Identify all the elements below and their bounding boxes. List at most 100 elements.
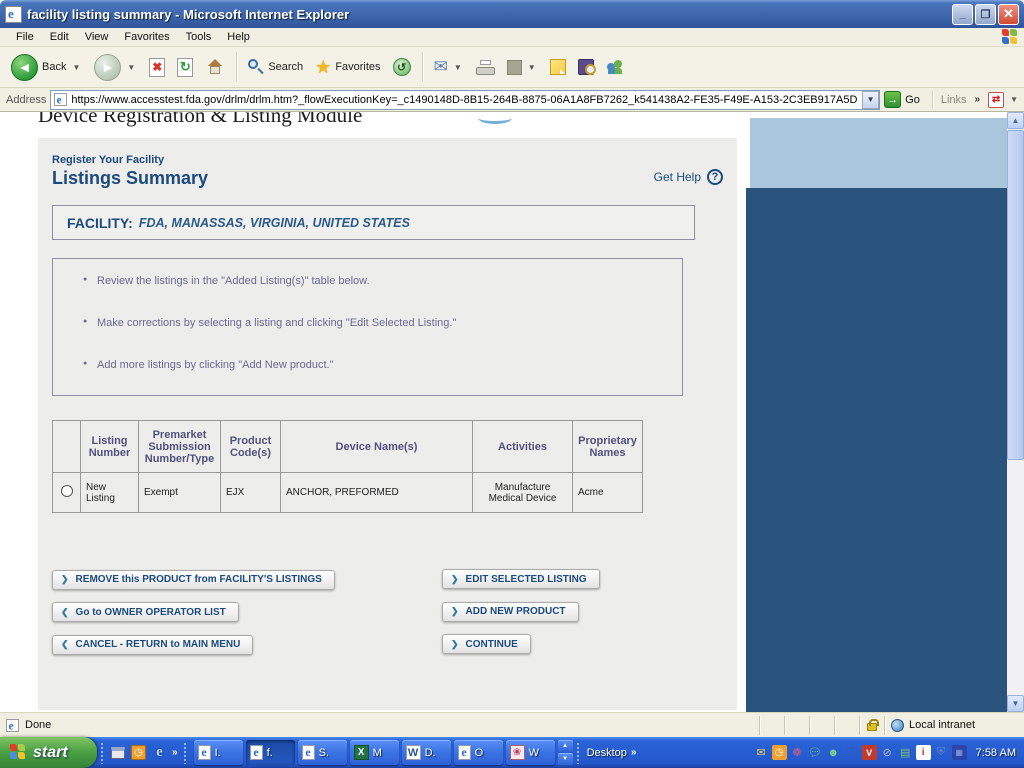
terminal-tray-icon[interactable]: ▦ (951, 745, 967, 760)
messenger-button[interactable] (601, 50, 629, 84)
menu-favorites[interactable]: Favorites (116, 29, 177, 45)
forward-button[interactable]: ► ▼ (89, 50, 142, 84)
show-desktop-icon[interactable] (109, 744, 126, 761)
scroll-up-icon[interactable]: ▲ (1007, 112, 1024, 129)
menu-file[interactable]: File (8, 29, 42, 45)
tasks-grip[interactable] (182, 741, 187, 764)
get-help-link[interactable]: Get Help ? (654, 164, 723, 189)
security-shield-tray-icon[interactable]: ⛨ (934, 745, 949, 760)
task-button-2-active[interactable]: e f. (245, 740, 295, 765)
minimize-button[interactable]: _ (952, 3, 973, 25)
windows-flag-icon (10, 744, 27, 761)
info-flag-tray-icon[interactable]: i (915, 745, 931, 760)
blocked-tray-icon[interactable]: ⊘ (880, 745, 895, 760)
menu-help[interactable]: Help (219, 29, 258, 45)
start-button[interactable]: start (0, 737, 97, 768)
discuss-button[interactable] (545, 50, 571, 84)
module-title: Device Registration & Listing Module (38, 112, 363, 127)
quicklaunch-chevron-icon[interactable]: » (172, 747, 178, 758)
sidebar-dark-blue-block (746, 188, 1007, 712)
cell-product-code: EJX (220, 472, 281, 513)
help-question-icon: ? (707, 168, 723, 185)
edit-selected-listing-button[interactable]: ❯ EDIT SELECTED LISTING (442, 569, 600, 589)
quicklaunch-grip[interactable] (100, 741, 104, 764)
owner-operator-list-button[interactable]: ❮ Go to OWNER OPERATOR LIST (52, 602, 239, 622)
restore-button[interactable]: ❐ (975, 3, 996, 25)
refresh-button[interactable]: ↻ (172, 50, 198, 84)
cancel-return-main-menu-label: CANCEL - RETURN to MAIN MENU (75, 639, 241, 650)
card-tray-icon[interactable]: ▤ (898, 745, 913, 760)
section-label: Register Your Facility (52, 154, 165, 166)
mail-button[interactable]: ✉ ▼ (429, 50, 469, 84)
go-label[interactable]: Go (905, 94, 920, 106)
browser-viewport: Device Registration & Listing Module Reg… (0, 112, 1024, 712)
ribbon-tray-icon[interactable]: ❁ (790, 745, 805, 760)
listing-radio-button[interactable] (60, 485, 73, 497)
research-button[interactable] (573, 50, 599, 84)
address-input[interactable]: https://www.accesstest.fda.gov/drlm/drlm… (50, 89, 881, 110)
title-bar: facility listing summary - Microsoft Int… (0, 0, 1024, 28)
forward-dropdown-icon[interactable]: ▼ (125, 63, 137, 72)
antivirus-shield-tray-icon[interactable]: V (861, 745, 877, 760)
edit-button[interactable]: ▼ (502, 50, 543, 84)
task-button-5[interactable]: W D. (401, 740, 451, 765)
menu-tools[interactable]: Tools (178, 29, 220, 45)
task-button-4[interactable]: X M (349, 740, 399, 765)
clock-launcher-icon[interactable]: ◷ (130, 744, 147, 761)
home-button[interactable] (200, 50, 230, 84)
links-label[interactable]: Links (941, 94, 967, 106)
address-dropdown-icon[interactable]: ▼ (862, 90, 880, 109)
cancel-return-main-menu-button[interactable]: ❮ CANCEL - RETURN to MAIN MENU (52, 634, 254, 655)
taskbar-scroll-down-icon[interactable]: ▼ (557, 753, 573, 765)
scrollbar-thumb[interactable] (1007, 130, 1024, 460)
vertical-scrollbar[interactable]: ▲ ▼ (1007, 112, 1024, 712)
instruction-item: Review the listings in the "Added Listin… (83, 275, 682, 287)
excel-task-icon: X (353, 745, 369, 760)
continue-button[interactable]: ❯ CONTINUE (442, 634, 531, 654)
start-label: start (33, 743, 68, 761)
chat-tray-icon[interactable]: 💬︎ (808, 745, 823, 760)
internet-explorer-icon[interactable]: e (151, 744, 168, 761)
facility-value: FDA, MANASSAS, VIRGINIA, UNITED STATES (138, 215, 410, 230)
back-label: Back (42, 61, 67, 73)
add-new-product-button[interactable]: ❯ ADD NEW PRODUCT (442, 601, 579, 622)
task-button-6[interactable]: e O (453, 740, 503, 765)
pdf-toolbar-icon[interactable]: ⇄ (988, 91, 1005, 108)
task-button-3[interactable]: e S. (297, 740, 347, 765)
close-button[interactable]: ✕ (998, 3, 1019, 25)
taskbar: start ◷ e » e I. e f. e S. X M W D. e O … (0, 737, 1024, 768)
links-chevron-icon[interactable]: » (975, 94, 981, 105)
menu-edit[interactable]: Edit (42, 29, 77, 45)
address-label: Address (6, 93, 47, 106)
desktop-chevron-icon[interactable]: » (631, 747, 637, 758)
pdf-dropdown-icon[interactable]: ▼ (1008, 95, 1020, 104)
search-button[interactable]: Search (243, 50, 308, 84)
desktop-toolbar-grip[interactable] (575, 741, 580, 764)
stop-icon: ✖ (149, 57, 166, 77)
menu-view[interactable]: View (77, 29, 117, 45)
key-shield-tray-icon[interactable]: ⚿ (844, 745, 859, 760)
taskbar-scroll-up-icon[interactable]: ▲ (557, 740, 573, 752)
user-status-tray-icon[interactable]: ☻ (826, 745, 841, 760)
desktop-label: Desktop (586, 746, 627, 759)
ie-window-icon (5, 5, 22, 23)
envelope-tray-icon[interactable]: ✉ (754, 745, 769, 760)
back-button[interactable]: ◄ Back ▼ (6, 50, 87, 84)
print-button[interactable] (471, 50, 500, 84)
go-icon[interactable]: → (884, 91, 902, 108)
edit-dropdown-icon[interactable]: ▼ (526, 63, 538, 72)
task-button-7[interactable]: ❀ W (505, 740, 555, 765)
stop-button[interactable]: ✖ (144, 50, 170, 84)
menu-bar: File Edit View Favorites Tools Help (0, 28, 1024, 47)
scroll-down-icon[interactable]: ▼ (1007, 695, 1024, 712)
status-text: Done (25, 719, 52, 731)
remove-product-label: REMOVE this PRODUCT from FACILITY'S LIST… (75, 574, 322, 585)
remove-product-button[interactable]: ❯ REMOVE this PRODUCT from FACILITY'S LI… (52, 569, 335, 590)
mail-dropdown-icon[interactable]: ▼ (452, 63, 464, 72)
favorites-button[interactable]: ★ Favorites (310, 50, 385, 84)
back-dropdown-icon[interactable]: ▼ (70, 63, 82, 72)
clock-tray-icon[interactable]: ◷ (771, 745, 787, 760)
task-button-1[interactable]: e I. (193, 740, 243, 765)
history-button[interactable]: ↺ (388, 50, 416, 84)
desktop-toolbar[interactable]: Desktop » (587, 747, 637, 759)
